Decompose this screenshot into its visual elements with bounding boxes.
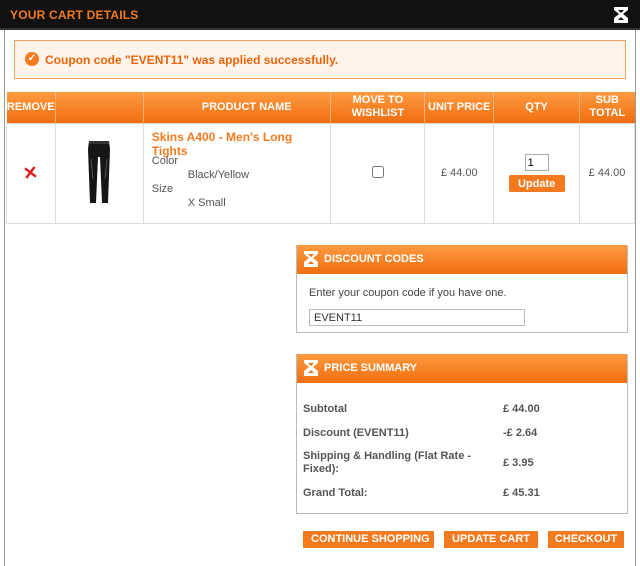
check-circle-icon: ✓ <box>25 52 39 66</box>
size-label: Size <box>151 182 174 195</box>
continue-shopping-button[interactable]: CONTINUE SHOPPING <box>303 531 434 548</box>
brand-logo-icon <box>304 251 318 267</box>
size-value: X Small <box>187 196 226 209</box>
qty-input[interactable] <box>524 154 549 171</box>
discount-codes-panel: DISCOUNT CODES Enter your coupon code if… <box>296 245 628 333</box>
coupon-code-input[interactable] <box>309 309 525 326</box>
col-qty: QTY <box>493 92 581 123</box>
summary-value: £ 3.95 <box>503 457 534 469</box>
cart-table: REMOVE PRODUCT NAME MOVE TO WISHLIST UNI… <box>6 92 635 224</box>
summary-value: £ 45.31 <box>503 487 540 499</box>
summary-label: Grand Total: <box>303 487 368 499</box>
col-sub-total: SUB TOTAL <box>579 92 635 123</box>
header-bar: YOUR CART DETAILS <box>0 0 640 30</box>
wishlist-cell <box>330 122 426 224</box>
summary-label: Discount (EVENT11) <box>303 427 409 439</box>
subtotal-cell: £ 44.00 <box>579 122 635 224</box>
unit-price-cell: £ 44.00 <box>424 122 495 224</box>
discount-panel-title: DISCOUNT CODES <box>324 253 424 265</box>
price-summary-title: PRICE SUMMARY <box>324 362 418 374</box>
color-value: Black/Yellow <box>187 168 250 181</box>
move-to-wishlist-checkbox[interactable] <box>371 165 384 178</box>
summary-label: Shipping & Handling (Flat Rate - Fixed): <box>303 450 472 475</box>
qty-cell: Update <box>493 122 581 224</box>
price-summary-panel: PRICE SUMMARY Subtotal £ 44.00 Discount … <box>296 354 628 514</box>
checkout-button[interactable]: CHECKOUT <box>548 531 624 548</box>
summary-label: Subtotal <box>303 403 347 415</box>
summary-value: -£ 2.64 <box>503 427 538 439</box>
success-notice: ✓ Coupon code "EVENT11" was applied succ… <box>14 40 626 79</box>
brand-logo-icon <box>304 360 318 376</box>
col-unit-price: UNIT PRICE <box>424 92 495 123</box>
page-title: YOUR CART DETAILS <box>10 8 139 22</box>
notice-message: Coupon code "EVENT11" was applied succes… <box>45 53 339 67</box>
summary-value: £ 44.00 <box>503 403 540 415</box>
product-image-cell <box>54 122 144 224</box>
color-label: Color <box>151 154 179 167</box>
update-qty-button[interactable]: Update <box>508 175 565 192</box>
discount-panel-header: DISCOUNT CODES <box>297 245 627 274</box>
cart-header-row: REMOVE PRODUCT NAME MOVE TO WISHLIST UNI… <box>6 92 635 123</box>
col-product-name: PRODUCT NAME <box>143 92 332 123</box>
col-remove: REMOVE <box>6 92 56 123</box>
product-name-link[interactable]: Skins A400 - Men's Long Tights <box>152 130 331 158</box>
brand-logo-icon <box>612 5 630 25</box>
price-summary-header: PRICE SUMMARY <box>297 354 627 383</box>
remove-cell: ✕ <box>6 122 56 224</box>
product-details-cell: Skins A400 - Men's Long Tights Color Bla… <box>142 122 332 224</box>
coupon-prompt: Enter your coupon code if you have one. <box>309 287 507 299</box>
col-image <box>55 92 144 123</box>
remove-x-icon[interactable]: ✕ <box>22 162 40 185</box>
col-move-to-wishlist: MOVE TO WISHLIST <box>330 92 426 123</box>
tights-product-image[interactable] <box>83 139 115 205</box>
cart-row: ✕ Skins A400 - Men's Long Tights Color B… <box>6 122 635 224</box>
update-cart-button[interactable]: UPDATE CART <box>444 531 538 548</box>
